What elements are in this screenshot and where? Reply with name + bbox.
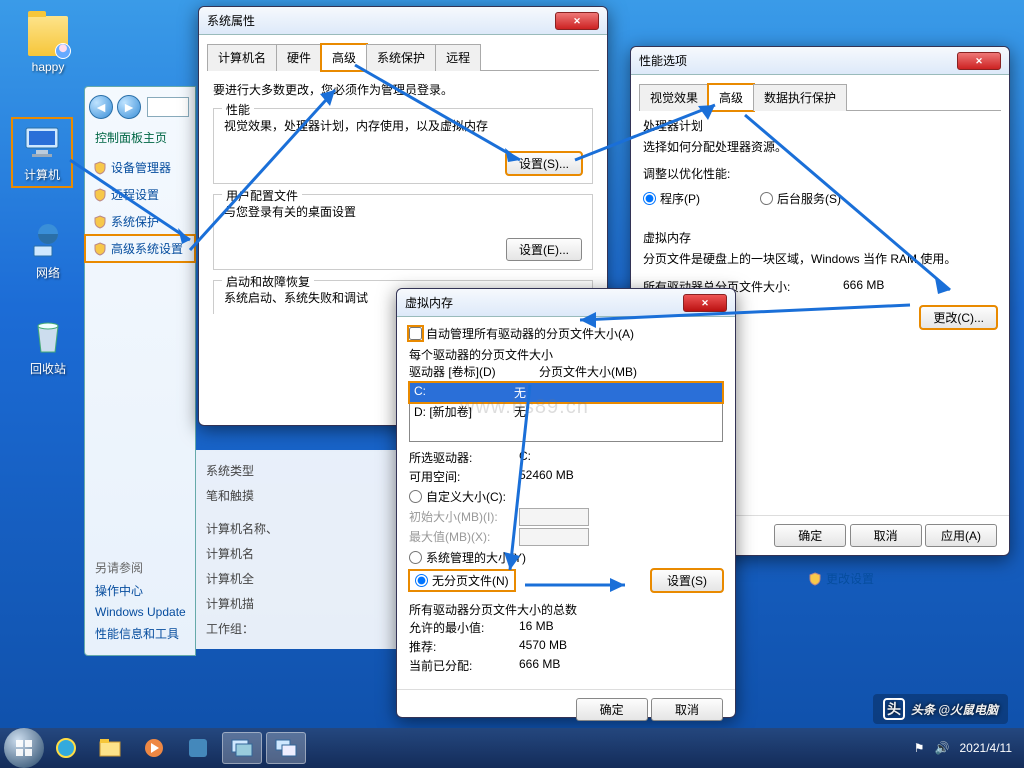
desktop-recycle-bin[interactable]: 回收站 bbox=[18, 316, 78, 377]
close-icon[interactable] bbox=[957, 52, 1001, 70]
link-windows-update[interactable]: Windows Update bbox=[95, 602, 186, 622]
change-settings-link[interactable]: 更改设置 bbox=[808, 570, 874, 587]
cp-home-label: 控制面板主页 bbox=[85, 121, 195, 154]
control-panel-sidebar: ◄ ► 控制面板主页 设备管理器 远程设置 系统保护 高级系统设置 另请参阅 操… bbox=[84, 86, 196, 656]
title: 系统属性 bbox=[207, 12, 555, 29]
label: 网络 bbox=[18, 264, 78, 281]
radio-no-paging-file[interactable]: 无分页文件(N) bbox=[409, 570, 515, 591]
radio-programs[interactable]: 程序(P) bbox=[643, 190, 700, 207]
link-system-protection[interactable]: 系统保护 bbox=[85, 208, 195, 235]
cancel-button[interactable]: 取消 bbox=[850, 524, 922, 547]
vm-set-button[interactable]: 设置(S) bbox=[651, 569, 723, 592]
radio-background[interactable]: 后台服务(S) bbox=[760, 190, 841, 207]
nav-fwd[interactable]: ► bbox=[117, 95, 141, 119]
apply-button[interactable]: 应用(A) bbox=[925, 524, 997, 547]
tray-flag-icon[interactable]: ⚑ bbox=[914, 741, 925, 755]
headline-icon: 头 bbox=[883, 698, 905, 720]
start-button[interactable] bbox=[4, 728, 44, 768]
tab-system-protection[interactable]: 系统保护 bbox=[366, 44, 436, 71]
desktop-computer[interactable]: 计算机 bbox=[12, 118, 72, 187]
watermark: 头头条 @火鼠电脑 bbox=[873, 694, 1008, 724]
drive-c: C:无 bbox=[410, 383, 722, 402]
taskbar-explorer[interactable] bbox=[90, 732, 130, 764]
ok-button[interactable]: 确定 bbox=[774, 524, 846, 547]
taskbar-ie[interactable] bbox=[46, 732, 86, 764]
vm-change-button[interactable]: 更改(C)... bbox=[920, 306, 997, 329]
tab-remote[interactable]: 远程 bbox=[435, 44, 481, 71]
cancel-button[interactable]: 取消 bbox=[651, 698, 723, 721]
system-tray[interactable]: ⚑ 🔊 2021/4/11 bbox=[914, 741, 1020, 755]
nav-back[interactable]: ◄ bbox=[89, 95, 113, 119]
radio-custom-size[interactable]: 自定义大小(C): bbox=[409, 488, 723, 505]
drive-list[interactable]: C:无 D: [新加卷]无 bbox=[409, 382, 723, 442]
desktop-user-folder[interactable]: happy bbox=[18, 16, 78, 74]
link-action-center[interactable]: 操作中心 bbox=[95, 579, 186, 602]
system-info-pane: 系统类型 笔和触摸 计算机名称、 计算机名 计算机全 计算机描 工作组： bbox=[196, 450, 396, 649]
taskbar-dialog-window[interactable] bbox=[266, 732, 306, 764]
tab-computer-name[interactable]: 计算机名 bbox=[207, 44, 277, 71]
link-device-manager[interactable]: 设备管理器 bbox=[85, 154, 195, 181]
link-remote-settings[interactable]: 远程设置 bbox=[85, 181, 195, 208]
title: 虚拟内存 bbox=[405, 294, 683, 311]
ok-button[interactable]: 确定 bbox=[576, 698, 648, 721]
link-perf-info[interactable]: 性能信息和工具 bbox=[95, 622, 186, 645]
taskbar: ⚑ 🔊 2021/4/11 bbox=[0, 728, 1024, 768]
close-icon[interactable] bbox=[683, 294, 727, 312]
also-see-label: 另请参阅 bbox=[95, 556, 186, 579]
taskbar-system-window[interactable] bbox=[222, 732, 262, 764]
breadcrumb[interactable] bbox=[147, 97, 189, 117]
link-advanced-system-settings[interactable]: 高级系统设置 bbox=[85, 235, 195, 262]
drive-d: D: [新加卷]无 bbox=[410, 402, 722, 421]
label: 计算机 bbox=[12, 166, 72, 183]
admin-note: 要进行大多数更改，您必须作为管理员登录。 bbox=[213, 81, 593, 98]
radio-system-managed[interactable]: 系统管理的大小(Y) bbox=[409, 549, 723, 566]
label: 回收站 bbox=[18, 360, 78, 377]
tab-advanced[interactable]: 高级 bbox=[321, 44, 367, 71]
tab-hardware[interactable]: 硬件 bbox=[276, 44, 322, 71]
auto-manage-checkbox[interactable]: 自动管理所有驱动器的分页文件大小(A) bbox=[409, 325, 723, 342]
taskbar-media[interactable] bbox=[134, 732, 174, 764]
title: 性能选项 bbox=[639, 52, 957, 69]
label: happy bbox=[18, 60, 78, 74]
virtual-memory-dialog: 虚拟内存 自动管理所有驱动器的分页文件大小(A) 每个驱动器的分页文件大小 驱动… bbox=[396, 288, 736, 718]
desktop-network[interactable]: 网络 bbox=[18, 220, 78, 281]
tab-dep[interactable]: 数据执行保护 bbox=[753, 84, 847, 111]
close-icon[interactable] bbox=[555, 12, 599, 30]
user-profiles-settings-button[interactable]: 设置(E)... bbox=[506, 238, 582, 261]
tray-volume-icon[interactable]: 🔊 bbox=[935, 741, 950, 755]
tray-date: 2021/4/11 bbox=[960, 741, 1013, 755]
tab-advanced[interactable]: 高级 bbox=[708, 84, 754, 111]
tab-visual-effects[interactable]: 视觉效果 bbox=[639, 84, 709, 111]
taskbar-app[interactable] bbox=[178, 732, 218, 764]
performance-settings-button[interactable]: 设置(S)... bbox=[506, 152, 582, 175]
